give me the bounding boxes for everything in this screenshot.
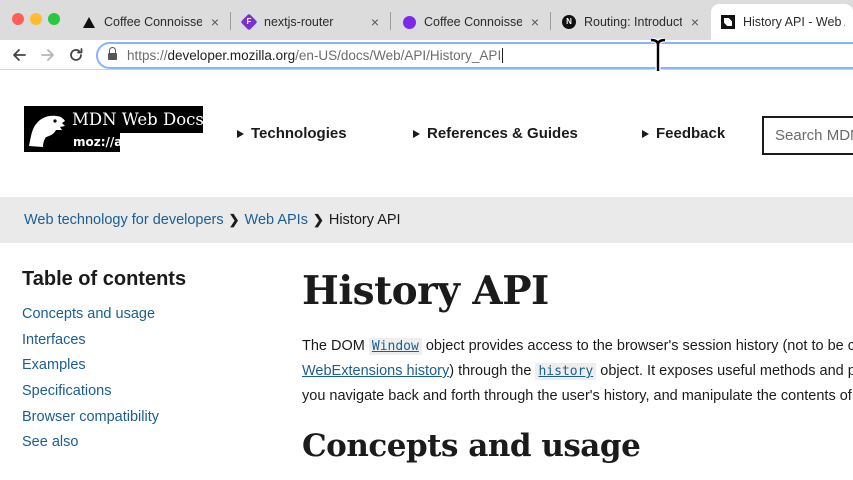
dinosaur-icon [24, 106, 70, 152]
tab-title: History API - Web API [743, 15, 845, 29]
url-scheme: https:// [127, 48, 168, 63]
tab-divider [550, 12, 551, 30]
breadcrumb-link[interactable]: Web technology for developers [24, 212, 224, 228]
logo-title: MDN Web Docs [70, 106, 204, 133]
url-host: developer.mozilla.org [167, 48, 296, 63]
triangle-right-icon [413, 129, 420, 138]
arrow-right-icon [41, 49, 54, 61]
chevron-right-icon: ❯ [312, 212, 324, 227]
paragraph-text: you navigate back and forth through the … [302, 388, 853, 404]
vercel-triangle-icon [82, 15, 96, 29]
back-button[interactable] [7, 43, 31, 67]
purple-circle-icon [402, 15, 416, 29]
intro-paragraph: The DOM Window object provides access to… [302, 334, 853, 409]
maximize-window-button[interactable] [48, 13, 60, 25]
breadcrumb-link[interactable]: Web APIs [245, 212, 308, 228]
paragraph-text: The DOM [302, 338, 369, 354]
page-title: History API [302, 268, 549, 314]
close-window-button[interactable] [12, 13, 24, 25]
framer-icon: F [240, 13, 258, 31]
url-path: /en-US/docs/Web/API/History_API [295, 48, 502, 63]
triangle-right-icon [237, 129, 244, 138]
close-tab-icon[interactable]: × [688, 14, 702, 30]
browser-tab[interactable]: Coffee Connoisseur × [392, 4, 550, 40]
chevron-right-icon: ❯ [228, 212, 240, 227]
tab-divider [390, 12, 391, 30]
paragraph-text: object. It exposes useful methods and pr… [600, 363, 853, 379]
mozilla-wordmark: moz://a [70, 133, 122, 152]
nav-technologies[interactable]: Technologies [237, 125, 347, 142]
nav-label: Feedback [656, 125, 726, 142]
paragraph-text: object provides access to the browser's … [425, 338, 853, 354]
triangle-right-icon [642, 129, 649, 138]
toc-item[interactable]: Specifications [22, 382, 159, 408]
arrow-left-icon [13, 49, 26, 61]
tab-title: Routing: Introduction [584, 15, 682, 29]
browser-tab[interactable]: F nextjs-router × [232, 4, 390, 40]
reload-button[interactable] [64, 43, 88, 67]
address-bar[interactable]: https://developer.mozilla.org/en-US/docs… [96, 42, 853, 69]
close-tab-icon[interactable]: × [368, 14, 382, 30]
tab-divider [230, 12, 231, 30]
toc-item[interactable]: Interfaces [22, 331, 159, 357]
browser-toolbar: https://developer.mozilla.org/en-US/docs… [0, 40, 853, 70]
section-heading: Concepts and usage [302, 428, 641, 464]
browser-tab-active[interactable]: History API - Web API [711, 4, 853, 40]
toc-heading: Table of contents [22, 268, 187, 290]
webextensions-history-link[interactable]: WebExtensions history [302, 363, 449, 379]
window-code-link[interactable]: Window [368, 338, 422, 355]
toc-item[interactable]: Examples [22, 356, 159, 382]
close-tab-icon[interactable]: × [528, 14, 542, 30]
history-code-link[interactable]: history [535, 363, 597, 380]
site-header: MDN Web Docs moz://a Technologies Refere… [0, 71, 853, 197]
text-caret [502, 48, 504, 63]
nextjs-icon: N [562, 15, 576, 29]
tab-title: nextjs-router [264, 15, 334, 29]
nav-label: Technologies [251, 125, 347, 142]
toc-item[interactable]: Browser compatibility [22, 408, 159, 434]
breadcrumb: Web technology for developers ❯ Web APIs… [0, 197, 853, 243]
search-input[interactable]: Search MDN [762, 116, 853, 155]
minimize-window-button[interactable] [30, 13, 42, 25]
nav-feedback[interactable]: Feedback [642, 125, 725, 142]
browser-tab-strip: Coffee Connoisseur × F nextjs-router × C… [0, 0, 853, 40]
framer-letter: F [246, 17, 252, 26]
nav-label: References & Guides [427, 125, 578, 142]
close-tab-icon[interactable]: × [208, 14, 222, 30]
nav-references-guides[interactable]: References & Guides [413, 125, 578, 142]
tab-title: Coffee Connoisseur [424, 15, 522, 29]
browser-tab[interactable]: N Routing: Introduction × [552, 4, 710, 40]
lock-icon[interactable] [108, 46, 117, 61]
tab-title: Coffee Connoisseur [104, 15, 202, 29]
mdn-icon [721, 15, 735, 29]
toc-item[interactable]: See also [22, 433, 159, 459]
forward-button[interactable] [36, 43, 60, 67]
browser-tab[interactable]: Coffee Connoisseur × [72, 4, 230, 40]
breadcrumb-current: History API [328, 212, 401, 228]
toc-item[interactable]: Concepts and usage [22, 305, 159, 331]
reload-icon [70, 48, 83, 61]
mdn-logo[interactable]: MDN Web Docs moz://a [24, 106, 204, 152]
toc-list: Concepts and usage Interfaces Examples S… [22, 305, 159, 459]
paragraph-text: ) through the [449, 363, 536, 379]
